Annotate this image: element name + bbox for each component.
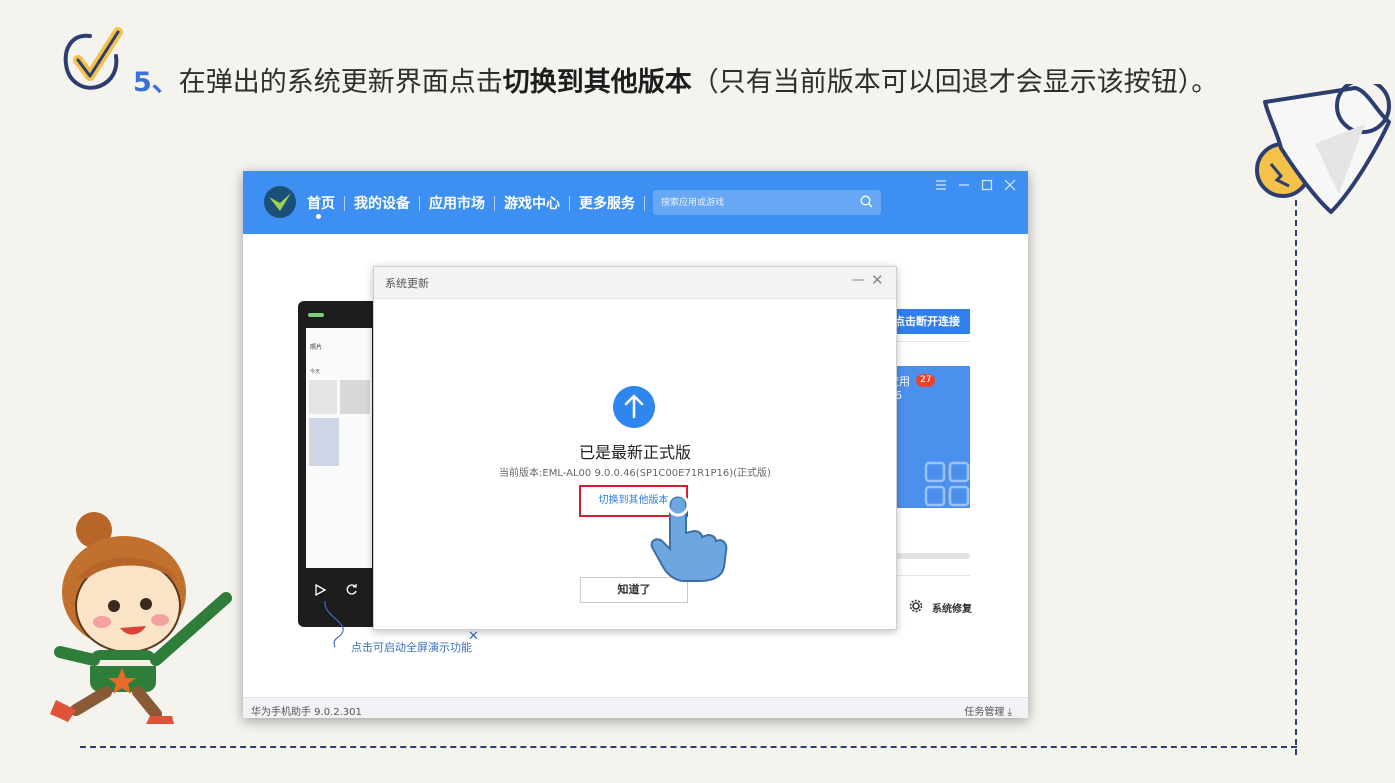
- task-manager-button[interactable]: 任务管理 ⤓: [964, 703, 1012, 718]
- play-icon[interactable]: [314, 584, 326, 596]
- nav-home[interactable]: 首页: [307, 193, 335, 213]
- phone-app-sub: 今天: [310, 369, 321, 375]
- dialog-close-icon[interactable]: ✕: [871, 271, 884, 289]
- search-box[interactable]: [653, 190, 881, 215]
- heading-text-before: 在弹出的系统更新界面点击: [178, 67, 503, 98]
- search-icon[interactable]: [860, 195, 873, 208]
- divider: [888, 575, 970, 576]
- photo-thumbnail: [309, 418, 339, 466]
- phone-screen: 照片 今天: [306, 328, 372, 568]
- gear-icon: [909, 599, 923, 613]
- nav-more-services[interactable]: 更多服务: [579, 193, 635, 213]
- pointer-arrow-icon: [324, 600, 344, 648]
- download-icon: ⤓: [1007, 707, 1012, 718]
- storage-progress: [888, 553, 970, 559]
- maximize-icon[interactable]: [980, 178, 994, 192]
- checkbox-check-icon: [63, 27, 123, 90]
- update-arrow-icon: [613, 386, 655, 428]
- dashed-vertical-line: [1295, 200, 1297, 755]
- dialog-title: 系统更新: [385, 277, 429, 290]
- nav-app-market[interactable]: 应用市场: [429, 193, 485, 213]
- status-bar: [308, 313, 324, 317]
- nav-separator: [494, 195, 495, 211]
- search-input[interactable]: [659, 193, 853, 213]
- photo-thumbnail: [340, 380, 370, 414]
- refresh-icon[interactable]: [345, 583, 358, 596]
- heading-bold-text: 切换到其他版本: [502, 67, 692, 98]
- update-status-message: 已是最新正式版: [578, 443, 691, 462]
- nav-separator: [569, 195, 570, 211]
- top-nav-bar: 首页 我的设备 应用市场 游戏中心 更多服务: [243, 171, 1028, 234]
- dashed-horizontal-line: [80, 746, 1297, 748]
- phone-preview[interactable]: 照片 今天: [298, 301, 380, 627]
- phone-app-title: 照片: [310, 344, 323, 351]
- task-manager-label: 任务管理: [964, 707, 1005, 718]
- grid-icon: [924, 461, 970, 507]
- active-nav-indicator: [316, 214, 321, 219]
- step-number: 5、: [133, 67, 179, 98]
- system-update-dialog: 系统更新 — ✕ 已是最新正式版 当前版本:EML-AL00 9.0.0.46(…: [373, 266, 897, 630]
- dialog-header: 系统更新 — ✕: [374, 267, 896, 299]
- fullscreen-hint: 点击可启动全屏演示功能: [351, 641, 472, 654]
- nav-separator: [419, 195, 420, 211]
- nav-separator: [644, 195, 645, 211]
- app-logo-icon: [264, 186, 296, 218]
- version-label: 华为手机助手 9.0.2.301: [251, 707, 362, 718]
- status-bar-bottom: 华为手机助手 9.0.2.301 任务管理 ⤓: [243, 697, 1028, 718]
- disconnect-button[interactable]: 点击断开连接: [888, 309, 970, 334]
- instruction-heading: 5、在弹出的系统更新界面点击切换到其他版本（只有当前版本可以回退才会显示该按钮）…: [133, 53, 1253, 113]
- divider: [888, 341, 970, 342]
- nav-game-center[interactable]: 游戏中心: [504, 193, 560, 213]
- photo-thumbnail: [309, 380, 337, 414]
- main-nav: 首页 我的设备 应用市场 游戏中心 更多服务: [307, 192, 654, 214]
- nav-separator: [344, 195, 345, 211]
- close-icon[interactable]: [1003, 178, 1017, 192]
- menu-icon[interactable]: [934, 178, 948, 192]
- current-version-text: 当前版本:EML-AL00 9.0.0.46(SP1C00E71R1P16)(正…: [499, 468, 771, 479]
- hint-close-icon[interactable]: ✕: [468, 629, 479, 644]
- nav-my-device[interactable]: 我的设备: [354, 193, 410, 213]
- minimize-icon[interactable]: [957, 178, 971, 192]
- lamp-icon: [1255, 84, 1391, 214]
- app-window: 首页 我的设备 应用市场 游戏中心 更多服务 搜索应用或游戏 照片 今天 点击可…: [243, 171, 1028, 718]
- heading-text-after: （只有当前版本可以回退才会显示该按钮）。: [691, 67, 1219, 98]
- apps-count-badge: 27: [916, 374, 936, 387]
- pointing-hand-icon: [650, 493, 728, 582]
- dialog-minimize-icon[interactable]: —: [851, 272, 865, 288]
- girl-illustration: [50, 512, 232, 724]
- system-repair-button[interactable]: 系统修复: [932, 600, 972, 615]
